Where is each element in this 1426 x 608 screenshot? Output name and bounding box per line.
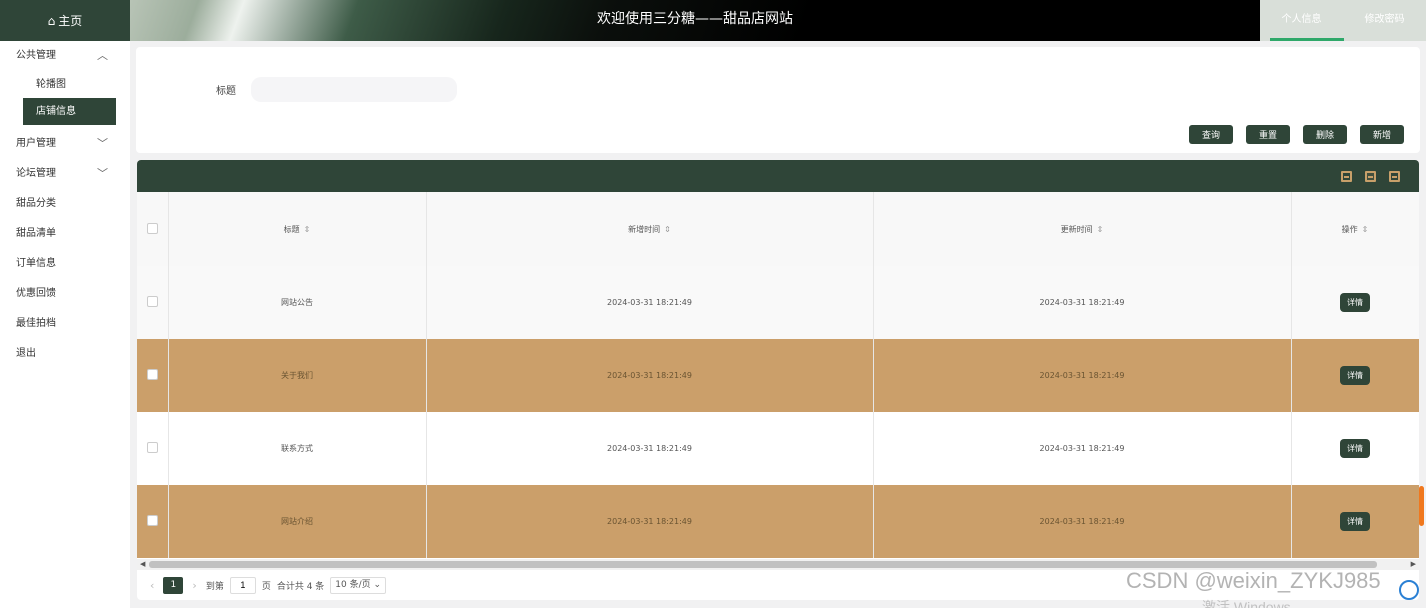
chevron-down-icon: ﹀ [97,137,108,150]
cell-updated: 2024-03-31 18:21:49 [873,266,1292,339]
scrollbar-thumb[interactable] [149,561,1377,568]
row-checkbox[interactable] [146,369,158,380]
title-search-input[interactable] [251,77,457,102]
sidebar-item-forum-management[interactable]: 论坛管理 ﹀ [0,159,130,189]
data-table: 标题 ⇕ 新增时间 ⇕ 更新时间 ⇕ 操作 ⇕ 网站公告 2024-03-31 18:2… [137,192,1419,558]
scroll-right-icon[interactable]: ▶ [1411,559,1416,570]
windows-activation-text: 激活 Windows [1202,599,1291,608]
column-header-action[interactable]: 操作 ⇕ [1291,192,1419,266]
vertical-scrollbar-thumb[interactable] [1419,486,1424,526]
sidebar-subitem-shop-info[interactable]: 店铺信息 [23,98,116,125]
column-header-title[interactable]: 标题 ⇕ [168,192,427,266]
chevron-up-icon: ︿ [97,49,108,62]
detail-button[interactable]: 详情 [1340,366,1370,385]
change-password-link[interactable]: 修改密码 [1353,0,1417,41]
title-label: 标题 [216,86,236,97]
cell-title: 联系方式 [168,412,427,485]
select-all-cell [137,192,169,266]
home-tab[interactable]: ⌂ 主页 [0,0,130,41]
print-icon[interactable] [1389,171,1400,182]
chevron-down-icon: ﹀ [97,167,108,180]
sidebar: 公共管理 ︿ 轮播图 店铺信息 用户管理 ﹀ 论坛管理 ﹀ 甜品分类 甜品清单 … [0,41,130,608]
row-checkbox[interactable] [146,515,158,526]
sidebar-item-discount[interactable]: 优惠回馈 [0,279,130,309]
home-icon: ⌂ [47,13,56,28]
cell-updated: 2024-03-31 18:21:49 [873,339,1292,412]
csdn-watermark: CSDN @weixin_ZYKJ985 [1126,568,1381,593]
next-page-icon[interactable]: › [189,579,199,592]
table-header-row: 标题 ⇕ 新增时间 ⇕ 更新时间 ⇕ 操作 ⇕ [137,192,1419,266]
delete-button[interactable]: 删除 [1303,125,1347,144]
column-header-created[interactable]: 新增时间 ⇕ [426,192,874,266]
user-links: 个人信息 修改密码 [1260,0,1426,41]
site-title: 欢迎使用三分糖——甜品店网站 [597,11,793,27]
cell-created: 2024-03-31 18:21:49 [426,266,874,339]
sort-icon[interactable]: ⇕ [1097,225,1104,234]
table-toolbar [137,160,1419,192]
detail-button[interactable]: 详情 [1340,439,1370,458]
sort-icon[interactable]: ⇕ [664,225,671,234]
sidebar-item-dessert-category[interactable]: 甜品分类 [0,189,130,219]
detail-button[interactable]: 详情 [1340,512,1370,531]
top-header: ⌂ 主页 欢迎使用三分糖——甜品店网站 个人信息 修改密码 [0,0,1426,41]
table-row[interactable]: 网站介绍 2024-03-31 18:21:49 2024-03-31 18:2… [137,485,1419,558]
table-row[interactable]: 网站公告 2024-03-31 18:21:49 2024-03-31 18:2… [137,266,1419,339]
sidebar-subitem-carousel[interactable]: 轮播图 [0,71,130,98]
home-label: 主页 [58,14,83,28]
sidebar-item-order-info[interactable]: 订单信息 [0,249,130,279]
sidebar-item-label: 论坛管理 [16,168,56,179]
search-panel: 标题 查询 重置 删除 新增 [136,47,1420,153]
reset-button[interactable]: 重置 [1246,125,1290,144]
translate-icon[interactable] [1399,580,1419,600]
profile-link[interactable]: 个人信息 [1269,0,1344,41]
select-all-checkbox[interactable] [146,222,158,234]
column-header-updated[interactable]: 更新时间 ⇕ [873,192,1292,266]
detail-button[interactable]: 详情 [1340,293,1370,312]
filter-columns-icon[interactable] [1341,171,1352,182]
sidebar-item-dessert-list[interactable]: 甜品清单 [0,219,130,249]
add-button[interactable]: 新增 [1360,125,1404,144]
prev-page-icon[interactable]: ‹ [147,579,157,592]
cell-title: 网站公告 [168,266,427,339]
page-number[interactable]: 1 [163,576,184,594]
sidebar-item-user-management[interactable]: 用户管理 ﹀ [0,129,130,159]
chevron-down-icon: ⌄ [373,579,382,590]
page-unit-label: 页 [261,581,271,592]
cell-updated: 2024-03-31 18:21:49 [873,412,1292,485]
cell-title: 网站介绍 [168,485,427,558]
sidebar-item-label: 用户管理 [16,138,56,149]
query-button[interactable]: 查询 [1189,125,1233,144]
sidebar-item-public-management[interactable]: 公共管理 ︿ [0,41,130,71]
total-count: 合计共 4 条 [276,581,325,592]
table-panel: 标题 ⇕ 新增时间 ⇕ 更新时间 ⇕ 操作 ⇕ 网站公告 2024-03-31 18:2… [137,160,1419,600]
table-row[interactable]: 联系方式 2024-03-31 18:21:49 2024-03-31 18:2… [137,412,1419,485]
export-icon[interactable] [1365,171,1376,182]
sidebar-item-label: 公共管理 [16,50,56,61]
cell-updated: 2024-03-31 18:21:49 [873,485,1292,558]
goto-page-input[interactable] [229,576,256,594]
cell-created: 2024-03-31 18:21:49 [426,339,874,412]
table-row[interactable]: 关于我们 2024-03-31 18:21:49 2024-03-31 18:2… [137,339,1419,412]
sort-icon[interactable]: ⇕ [304,225,311,234]
header-banner: 欢迎使用三分糖——甜品店网站 [130,0,1260,41]
cell-created: 2024-03-31 18:21:49 [426,485,874,558]
sidebar-item-best-partner[interactable]: 最佳拍档 [0,309,130,339]
sort-icon[interactable]: ⇕ [1362,225,1369,234]
sidebar-item-logout[interactable]: 退出 [0,339,130,369]
page-size-select[interactable]: 10 条/页 ⌄ [330,576,387,594]
cell-title: 关于我们 [168,339,427,412]
goto-label: 到第 [205,581,224,592]
cell-created: 2024-03-31 18:21:49 [426,412,874,485]
scroll-left-icon[interactable]: ◀ [140,559,145,570]
row-checkbox[interactable] [146,442,158,453]
row-checkbox[interactable] [146,296,158,307]
